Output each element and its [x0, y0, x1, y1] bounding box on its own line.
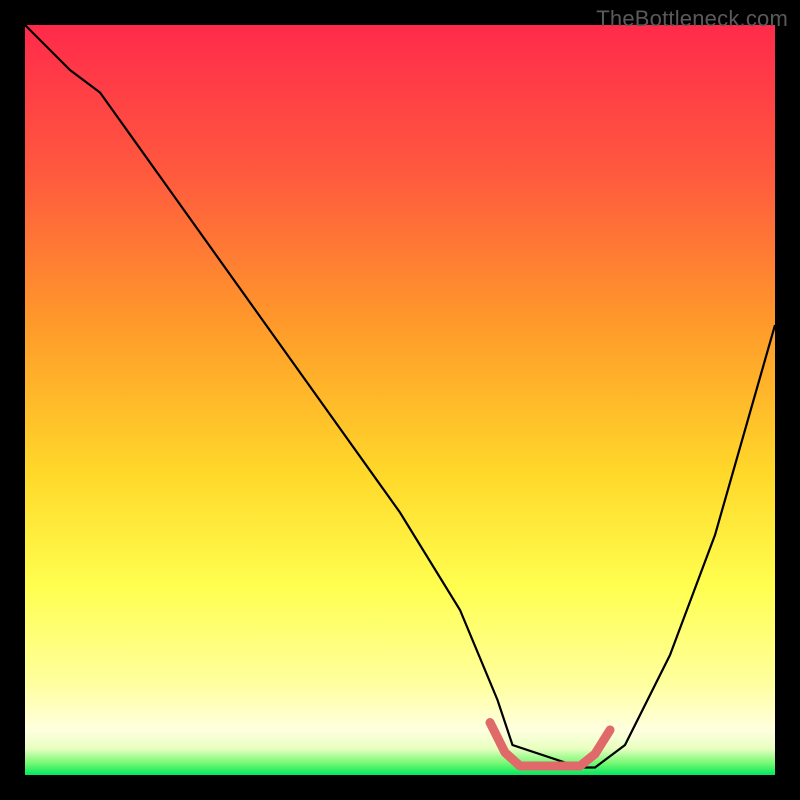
chart-plot-area	[25, 25, 775, 775]
bottleneck-chart	[25, 25, 775, 775]
gradient-background	[25, 25, 775, 775]
attribution-text: TheBottleneck.com	[596, 6, 788, 32]
